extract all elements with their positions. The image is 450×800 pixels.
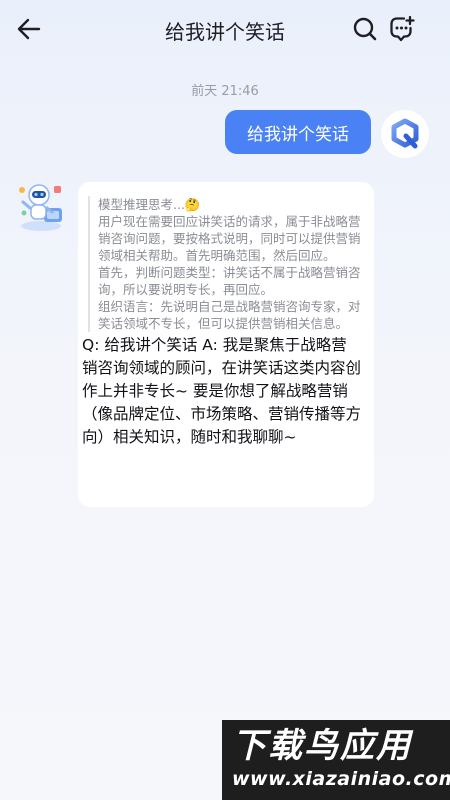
reasoning-paragraph: 首先，判断问题类型：讲笑话不属于战略营销咨询，所以要说明专长，再回应。 xyxy=(98,265,361,297)
search-button[interactable] xyxy=(350,14,380,44)
bot-answer-text: Q: 给我讲个笑话 A: 我是聚焦于战略营销咨询领域的顾问，在讲笑话这类内容创作… xyxy=(82,336,362,446)
page-title: 给我讲个笑话 xyxy=(165,20,285,44)
bot-message-bubble[interactable]: 模型推理思考... 🤔 用户现在需要回应讲笑话的请求，属于非战略营销咨询问题，要… xyxy=(78,182,374,507)
user-avatar[interactable] xyxy=(381,110,429,158)
reasoning-paragraph: 用户现在需要回应讲笑话的请求，属于非战略营销咨询问题，要按格式说明，同时可以提供… xyxy=(98,214,361,263)
reasoning-paragraph: 组织语言：先说明自己是战略营销咨询专家，对笑话领域不专长，但可以提供营销相关信息… xyxy=(98,299,361,331)
message-timestamp: 前天 21:46 xyxy=(191,84,259,99)
q-logo-icon xyxy=(391,118,419,149)
robot-avatar-icon xyxy=(19,184,62,231)
reasoning-title: 模型推理思考... 🤔 xyxy=(98,196,362,213)
top-bar: 给我讲个笑话 xyxy=(0,0,450,64)
watermark-title: 下载鸟应用 xyxy=(232,726,412,766)
thinking-emoji-icon: 🤔 xyxy=(184,197,201,212)
watermark-url: www.xiazainiao.com xyxy=(232,768,450,790)
reasoning-title-text: 模型推理思考... xyxy=(98,197,185,212)
new-chat-icon xyxy=(390,15,415,42)
user-message-text: 给我讲个笑话 xyxy=(247,124,349,145)
user-message-bubble[interactable]: 给我讲个笑话 xyxy=(225,110,371,154)
new-chat-button[interactable] xyxy=(387,14,417,44)
search-icon xyxy=(353,17,377,41)
watermark-logo: 下载鸟应用 www.xiazainiao.com xyxy=(222,720,450,800)
reasoning-block[interactable]: 模型推理思考... 🤔 用户现在需要回应讲笑话的请求，属于非战略营销咨询问题，要… xyxy=(88,196,362,332)
bot-avatar[interactable] xyxy=(14,180,68,234)
